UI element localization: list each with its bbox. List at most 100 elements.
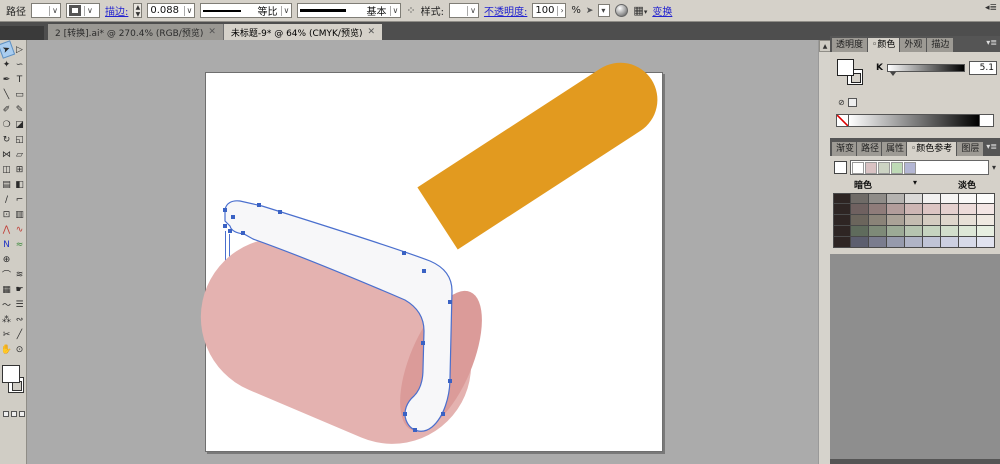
color-variation-swatch[interactable] [833, 193, 851, 204]
color-variation-swatch[interactable] [977, 226, 995, 237]
last-color-icon[interactable] [847, 98, 857, 107]
scribble-lines-tool[interactable]: ☰ [13, 297, 26, 312]
panel-fill-stroke-indicator[interactable] [837, 59, 871, 91]
rectangle-tool[interactable]: ▭ [13, 87, 26, 102]
color-variation-swatch[interactable] [887, 193, 905, 204]
color-variation-swatch[interactable] [887, 204, 905, 215]
transform-link[interactable]: 变换 [652, 3, 672, 18]
color-variation-swatch[interactable] [923, 215, 941, 226]
set-base-color-button[interactable] [834, 161, 847, 174]
page-tool[interactable]: ⊡ [0, 207, 13, 222]
recolor-artwork-icon[interactable] [615, 4, 629, 17]
blob-brush-tool[interactable]: ❍ [0, 117, 13, 132]
mesh-tool[interactable]: ▤ [0, 177, 13, 192]
panel2-tab-1[interactable]: 路径 [857, 142, 881, 156]
rotate-tool[interactable]: ↻ [0, 132, 13, 147]
color-variation-swatch[interactable] [923, 204, 941, 215]
opacity-spinner-icon[interactable]: › [557, 5, 564, 16]
panel2-tab-2[interactable]: 属性 [882, 142, 906, 156]
fill-stroke-indicator[interactable] [0, 363, 27, 409]
pencil-tool[interactable]: ✎ [13, 102, 26, 117]
panel-collapse-icon[interactable]: ◂≣ [985, 3, 997, 13]
stroke-link[interactable]: 描边: [105, 3, 128, 18]
color-variation-swatch[interactable] [833, 226, 851, 237]
none-icon[interactable]: ⊘ [838, 98, 845, 107]
magic-wand-tool[interactable]: ✦ [0, 57, 13, 72]
style-select[interactable]: ∨ [448, 3, 479, 18]
harmony-swatch[interactable] [852, 161, 864, 174]
paintbrush-tool[interactable]: ✐ [0, 102, 13, 117]
eyedropper-tool[interactable]: ∕ [0, 192, 13, 207]
measure-tool[interactable]: ⌐ [13, 192, 26, 207]
color-variation-swatch[interactable] [869, 237, 887, 248]
draw-inside-icon[interactable] [19, 411, 25, 417]
crosshair-tool[interactable]: ⊕ [0, 252, 13, 267]
color-variation-swatch[interactable] [941, 215, 959, 226]
zoom-tool[interactable]: ⊙ [13, 342, 26, 357]
color-variation-swatch[interactable] [869, 226, 887, 237]
color-variation-swatch[interactable] [905, 226, 923, 237]
panel-tab-2[interactable]: 外观 [900, 38, 927, 52]
line-segment-tool[interactable]: ╲ [0, 87, 13, 102]
gradient-tool[interactable]: ◧ [13, 177, 26, 192]
document-tab-1[interactable]: 2 [转换].ai* @ 270.4% (RGB/预览) ✕ [48, 24, 224, 40]
scale-tool[interactable]: ◱ [13, 132, 26, 147]
align-grid-icon[interactable]: ▦▾ [633, 4, 647, 17]
color-variation-swatch[interactable] [905, 237, 923, 248]
color-variation-swatch[interactable] [851, 204, 869, 215]
direct-selection-tool[interactable]: ▷ [13, 42, 26, 57]
eraser-tool[interactable]: ◪ [13, 117, 26, 132]
sketch-hand-tool[interactable]: ☛ [13, 282, 26, 297]
harmony-swatch[interactable] [878, 161, 890, 174]
color-variation-swatch[interactable] [851, 237, 869, 248]
fill-swatch[interactable] [2, 365, 20, 383]
opacity-input[interactable]: 100 › [532, 3, 567, 18]
slice-tool[interactable]: ✂ [0, 327, 13, 342]
color-variation-swatch[interactable] [869, 193, 887, 204]
color-variation-swatch[interactable] [941, 204, 959, 215]
panel-tab-1[interactable]: ◦颜色 [868, 38, 900, 52]
width-tool[interactable]: ⋈ [0, 147, 13, 162]
panel-menu-icon[interactable]: ▾≣ [986, 142, 997, 151]
color-variation-swatch[interactable] [941, 193, 959, 204]
k-value-input[interactable]: 5.1 [968, 61, 997, 75]
selected-frame-path[interactable] [206, 73, 664, 453]
panel2-tab-3[interactable]: ◦颜色参考 [907, 142, 957, 156]
color-variation-swatch[interactable] [851, 226, 869, 237]
close-icon[interactable]: ✕ [367, 27, 375, 37]
color-variation-swatch[interactable] [959, 204, 977, 215]
red-mountain-graph-tool[interactable]: ⋀ [0, 222, 13, 237]
shape-builder-tool[interactable]: ◫ [0, 162, 13, 177]
color-variation-swatch[interactable] [887, 226, 905, 237]
symbol-sprayer-tool[interactable]: ⁂ [0, 312, 13, 327]
harmony-swatch[interactable] [891, 161, 903, 174]
pen-tool[interactable]: ✒ [0, 72, 13, 87]
dashed-line-icon[interactable]: ⁘ [406, 4, 415, 17]
white-swatch[interactable] [980, 114, 994, 127]
color-variation-swatch[interactable] [977, 204, 995, 215]
panel-menu-icon[interactable]: ▾≣ [986, 38, 997, 47]
hand-tool[interactable]: ✋ [0, 342, 13, 357]
width-profile-select[interactable]: 等比 ∨ [200, 3, 293, 18]
color-variation-swatch[interactable] [851, 215, 869, 226]
panel2-tab-4[interactable]: 图层 [957, 142, 984, 156]
color-variation-swatch[interactable] [851, 193, 869, 204]
canvas-vertical-scrollbar[interactable]: ▲ [818, 40, 831, 464]
wrinkle-tool[interactable]: ≋ [13, 267, 26, 282]
color-variation-swatch[interactable] [833, 204, 851, 215]
color-variation-swatch[interactable] [959, 237, 977, 248]
grayscale-ramp[interactable] [849, 114, 980, 127]
panel-tab-3[interactable]: 描边 [927, 38, 954, 52]
canvas-area[interactable] [27, 40, 818, 464]
zigzag-tool[interactable]: 〜 [0, 297, 13, 312]
opacity-link[interactable]: 不透明度: [484, 3, 527, 18]
draw-normal-icon[interactable] [3, 411, 9, 417]
free-transform-tool[interactable]: ▱ [13, 147, 26, 162]
color-variation-swatch[interactable] [977, 193, 995, 204]
fill-color-select[interactable]: ∨ [31, 3, 61, 18]
color-variation-swatch[interactable] [833, 215, 851, 226]
harmony-colors-strip[interactable] [850, 160, 989, 175]
color-variation-swatch[interactable] [905, 193, 923, 204]
column-graph-tool[interactable]: ▥ [13, 207, 26, 222]
color-variation-swatch[interactable] [833, 237, 851, 248]
